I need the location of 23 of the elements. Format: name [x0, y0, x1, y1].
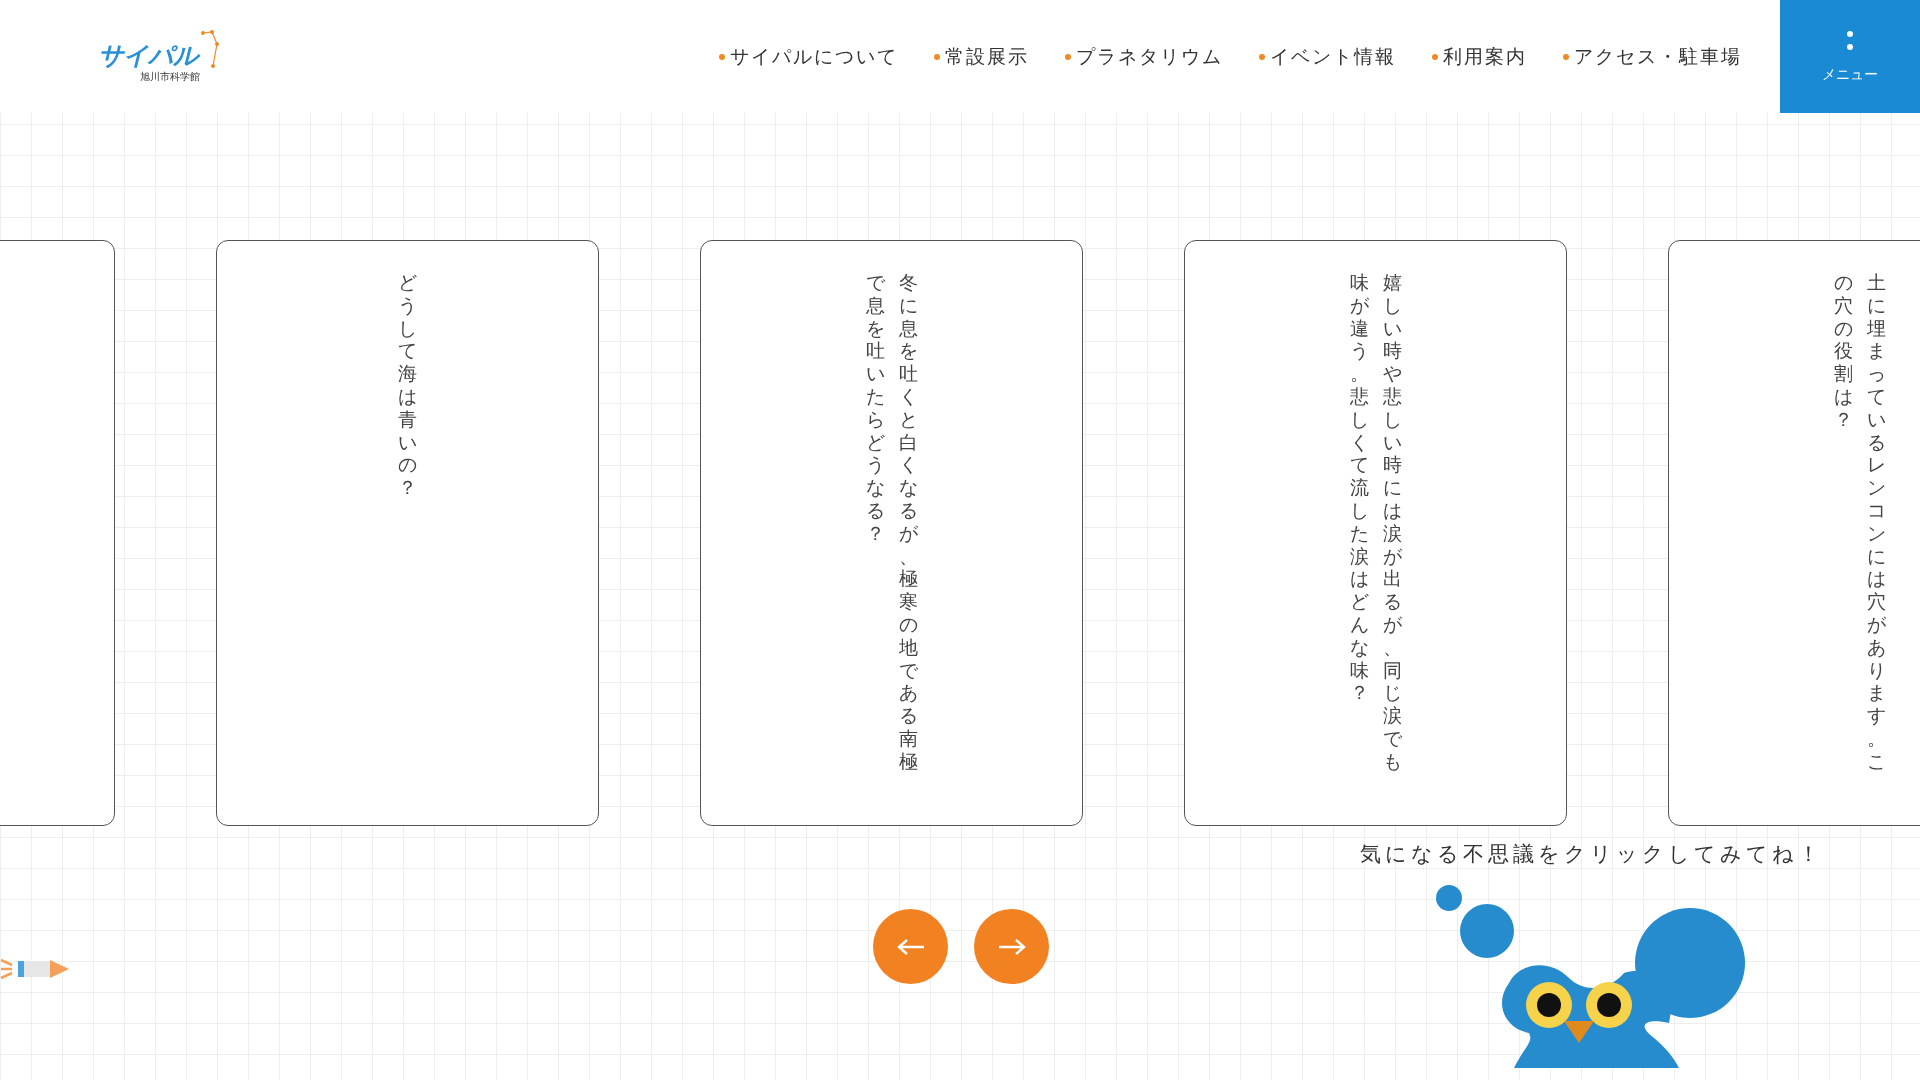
- kebab-icon: [1846, 29, 1854, 52]
- hint-text: 気になる不思議をクリックしてみてね！: [1360, 841, 1823, 868]
- question-card[interactable]: 嬉しい時や悲しい時には涙が出るが、同じ涙でも味が違う。悲しくて流した涙はどんな味？: [1184, 240, 1567, 826]
- question-text: 冬に息を吐くと白くなるが、極寒の地である南極で息を吐いたらどうなる？: [865, 271, 918, 773]
- question-text: どうして海は青いの？: [398, 271, 417, 501]
- question-card[interactable]: 土に埋まっているレンコンには穴があります。この穴の役割は？: [1668, 240, 1920, 826]
- nav-link[interactable]: イベント情報: [1259, 43, 1396, 70]
- nav-link[interactable]: 利用案内: [1432, 43, 1527, 70]
- right-arrow-icon: [996, 936, 1027, 957]
- nav-link[interactable]: 常設展示: [934, 43, 1029, 70]
- nav-link[interactable]: プラネタリウム: [1065, 43, 1223, 70]
- question-text: 嬉しい時や悲しい時には涙が出るが、同じ涙でも味が違う。悲しくて流した涙はどんな味？: [1349, 271, 1402, 773]
- question-card[interactable]: どうして海は青いの？: [216, 240, 599, 826]
- nav-link[interactable]: サイパルについて: [719, 43, 898, 70]
- site-logo[interactable]: サイパル 旭川市科学館: [98, 29, 220, 84]
- question-text: 土に埋まっているレンコンには穴があります。この穴の役割は？: [1833, 271, 1886, 773]
- logo-text: サイパル: [98, 42, 198, 70]
- left-arrow-icon: [895, 936, 926, 957]
- constellation-icon: [200, 29, 220, 70]
- menu-button[interactable]: メニュー: [1780, 0, 1920, 113]
- nav-link[interactable]: アクセス・駐車場: [1563, 43, 1742, 70]
- question-card[interactable]: 冬に息を吐くと白くなるが、極寒の地である南極で息を吐いたらどうなる？: [700, 240, 1083, 826]
- logo-subtitle: 旭川市科学館: [140, 69, 200, 84]
